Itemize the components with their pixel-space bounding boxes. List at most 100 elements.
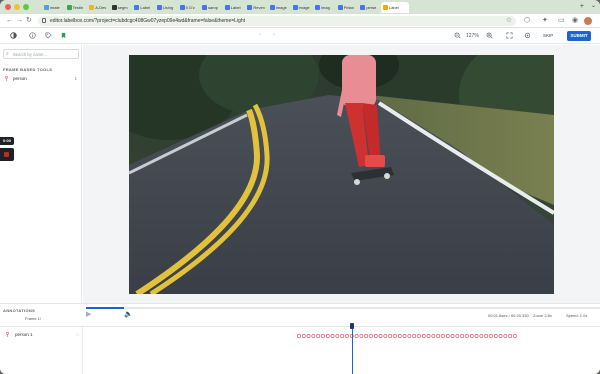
extension-icon[interactable]: ⬡ — [524, 16, 530, 26]
close-window-icon[interactable] — [5, 4, 11, 10]
keyframe-marker[interactable] — [508, 334, 513, 338]
address-bar[interactable]: editor.labelbox.com/?project=clubdcgc408… — [38, 16, 516, 26]
keyframe-marker[interactable] — [364, 334, 369, 338]
keyframe-marker[interactable] — [450, 334, 455, 338]
playhead-handle[interactable] — [350, 323, 354, 329]
forward-button[interactable]: → — [16, 17, 23, 25]
minimize-window-icon[interactable] — [14, 4, 20, 10]
keyframe-marker[interactable] — [354, 334, 359, 338]
keyframe-marker[interactable] — [465, 334, 469, 338]
browser-tab[interactable]: Label — [380, 2, 409, 13]
browser-tab[interactable]: Pelan — [336, 2, 357, 13]
profile-avatar[interactable] — [584, 17, 592, 25]
keyframe-marker[interactable] — [340, 334, 345, 338]
keyframe-marker[interactable] — [383, 334, 388, 338]
skip-button[interactable]: SKIP — [543, 31, 553, 41]
keyframe-marker[interactable] — [460, 334, 465, 338]
keyframe-marker[interactable] — [474, 334, 479, 338]
keyframe-marker[interactable] — [402, 334, 407, 338]
timeline-zoom[interactable]: Zoom 2.8x — [533, 313, 552, 318]
keyframe-marker[interactable] — [297, 334, 301, 338]
browser-tab[interactable]: Testin — [65, 2, 86, 13]
visibility-eye-icon[interactable]: ◌ — [76, 331, 79, 339]
volume-icon[interactable]: 🔈 — [124, 311, 133, 319]
keyframe-marker[interactable] — [513, 334, 517, 338]
keyframe-marker[interactable] — [359, 334, 364, 338]
search-input[interactable]: ⌕ Search by name... — [3, 49, 79, 59]
browser-tab[interactable]: Label — [223, 2, 244, 13]
keyframe-marker[interactable] — [345, 334, 349, 338]
browser-tab[interactable]: imate — [42, 2, 63, 13]
keyframe-marker[interactable] — [321, 334, 325, 338]
playhead[interactable] — [352, 323, 353, 374]
zoom-in-icon[interactable] — [486, 32, 493, 39]
keyframe-marker[interactable] — [479, 334, 484, 338]
keyframe-marker[interactable] — [421, 334, 426, 338]
keyframe-marker[interactable] — [311, 334, 316, 338]
fit-screen-icon[interactable] — [506, 32, 513, 39]
browser-tab[interactable]: Using — [155, 2, 176, 13]
undo-icon[interactable]: ‹ — [259, 31, 261, 39]
account-icon[interactable]: ◉ — [572, 16, 578, 26]
browser-tab[interactable]: Label — [132, 2, 153, 13]
keyframe-marker[interactable] — [378, 334, 383, 338]
browser-tab[interactable]: A-Dev — [87, 2, 108, 13]
tag-icon[interactable] — [45, 32, 52, 39]
keyframe-marker[interactable] — [325, 334, 330, 338]
keyframe-marker[interactable] — [436, 334, 441, 338]
keyframe-marker[interactable] — [316, 334, 321, 338]
keyframe-marker[interactable] — [407, 334, 412, 338]
browser-tab[interactable]: Image — [291, 2, 312, 13]
keyframe-marker[interactable] — [397, 334, 402, 338]
settings-icon[interactable] — [524, 32, 531, 39]
keyframe-marker[interactable] — [301, 334, 306, 338]
playback-speed[interactable]: Speed: 1.0x — [566, 313, 587, 318]
project-icon[interactable] — [60, 32, 67, 39]
reload-button[interactable]: ↻ — [26, 17, 32, 25]
track-timeline[interactable] — [83, 323, 600, 374]
keyframe-marker[interactable] — [445, 334, 450, 338]
submit-button[interactable]: SUBMIT — [567, 31, 591, 41]
tool-person[interactable]: person 1 — [3, 75, 79, 83]
new-tab-icon[interactable]: + — [580, 3, 584, 10]
browser-tab[interactable]: Reven — [245, 2, 266, 13]
keyframe-marker[interactable] — [335, 334, 340, 338]
keyframe-marker[interactable] — [493, 334, 498, 338]
sidebar-icon[interactable]: ▭ — [558, 16, 565, 26]
keyframe-marker[interactable] — [412, 334, 417, 338]
browser-tab[interactable]: imag — [313, 2, 334, 13]
keyframe-marker[interactable] — [489, 334, 493, 338]
labeling-canvas[interactable] — [83, 45, 600, 303]
browser-tab[interactable]: perse — [358, 2, 379, 13]
info-icon[interactable] — [29, 32, 36, 39]
tab-search-icon[interactable]: ⌄ — [591, 3, 596, 10]
keyframe-marker[interactable] — [441, 334, 445, 338]
video-frame[interactable] — [129, 55, 554, 294]
keyframe-marker[interactable] — [373, 334, 378, 338]
keyframe-marker[interactable] — [388, 334, 393, 338]
back-button[interactable]: ← — [6, 17, 13, 25]
keyframe-marker[interactable] — [431, 334, 436, 338]
url-text[interactable]: editor.labelbox.com/?project=clubdcgc408… — [50, 17, 245, 25]
browser-tab[interactable]: segm — [110, 2, 131, 13]
maximize-window-icon[interactable] — [23, 4, 29, 10]
video-scrubber[interactable] — [86, 307, 600, 309]
redo-icon[interactable]: › — [273, 31, 275, 39]
bookmark-star-icon[interactable]: ☆ — [506, 16, 512, 26]
extensions-puzzle-icon[interactable]: ✦ — [542, 16, 548, 26]
keyframe-marker[interactable] — [426, 334, 431, 338]
keyframe-marker[interactable] — [417, 334, 421, 338]
keyframe-marker[interactable] — [330, 334, 335, 338]
browser-tab[interactable]: 5 G'z — [178, 2, 199, 13]
play-button[interactable]: ▶ — [86, 311, 91, 319]
keyframe-marker[interactable] — [498, 334, 503, 338]
keyframe-marker[interactable] — [455, 334, 460, 338]
keyframe-marker[interactable] — [469, 334, 474, 338]
browser-tab[interactable]: samp — [200, 2, 221, 13]
zoom-out-icon[interactable] — [454, 32, 461, 39]
browser-tab[interactable]: image — [268, 2, 289, 13]
keyframe-marker[interactable] — [484, 334, 489, 338]
keyframe-marker[interactable] — [306, 334, 311, 338]
track-person-1[interactable]: person 1 ◌ — [3, 331, 81, 339]
keyframe-marker[interactable] — [393, 334, 397, 338]
